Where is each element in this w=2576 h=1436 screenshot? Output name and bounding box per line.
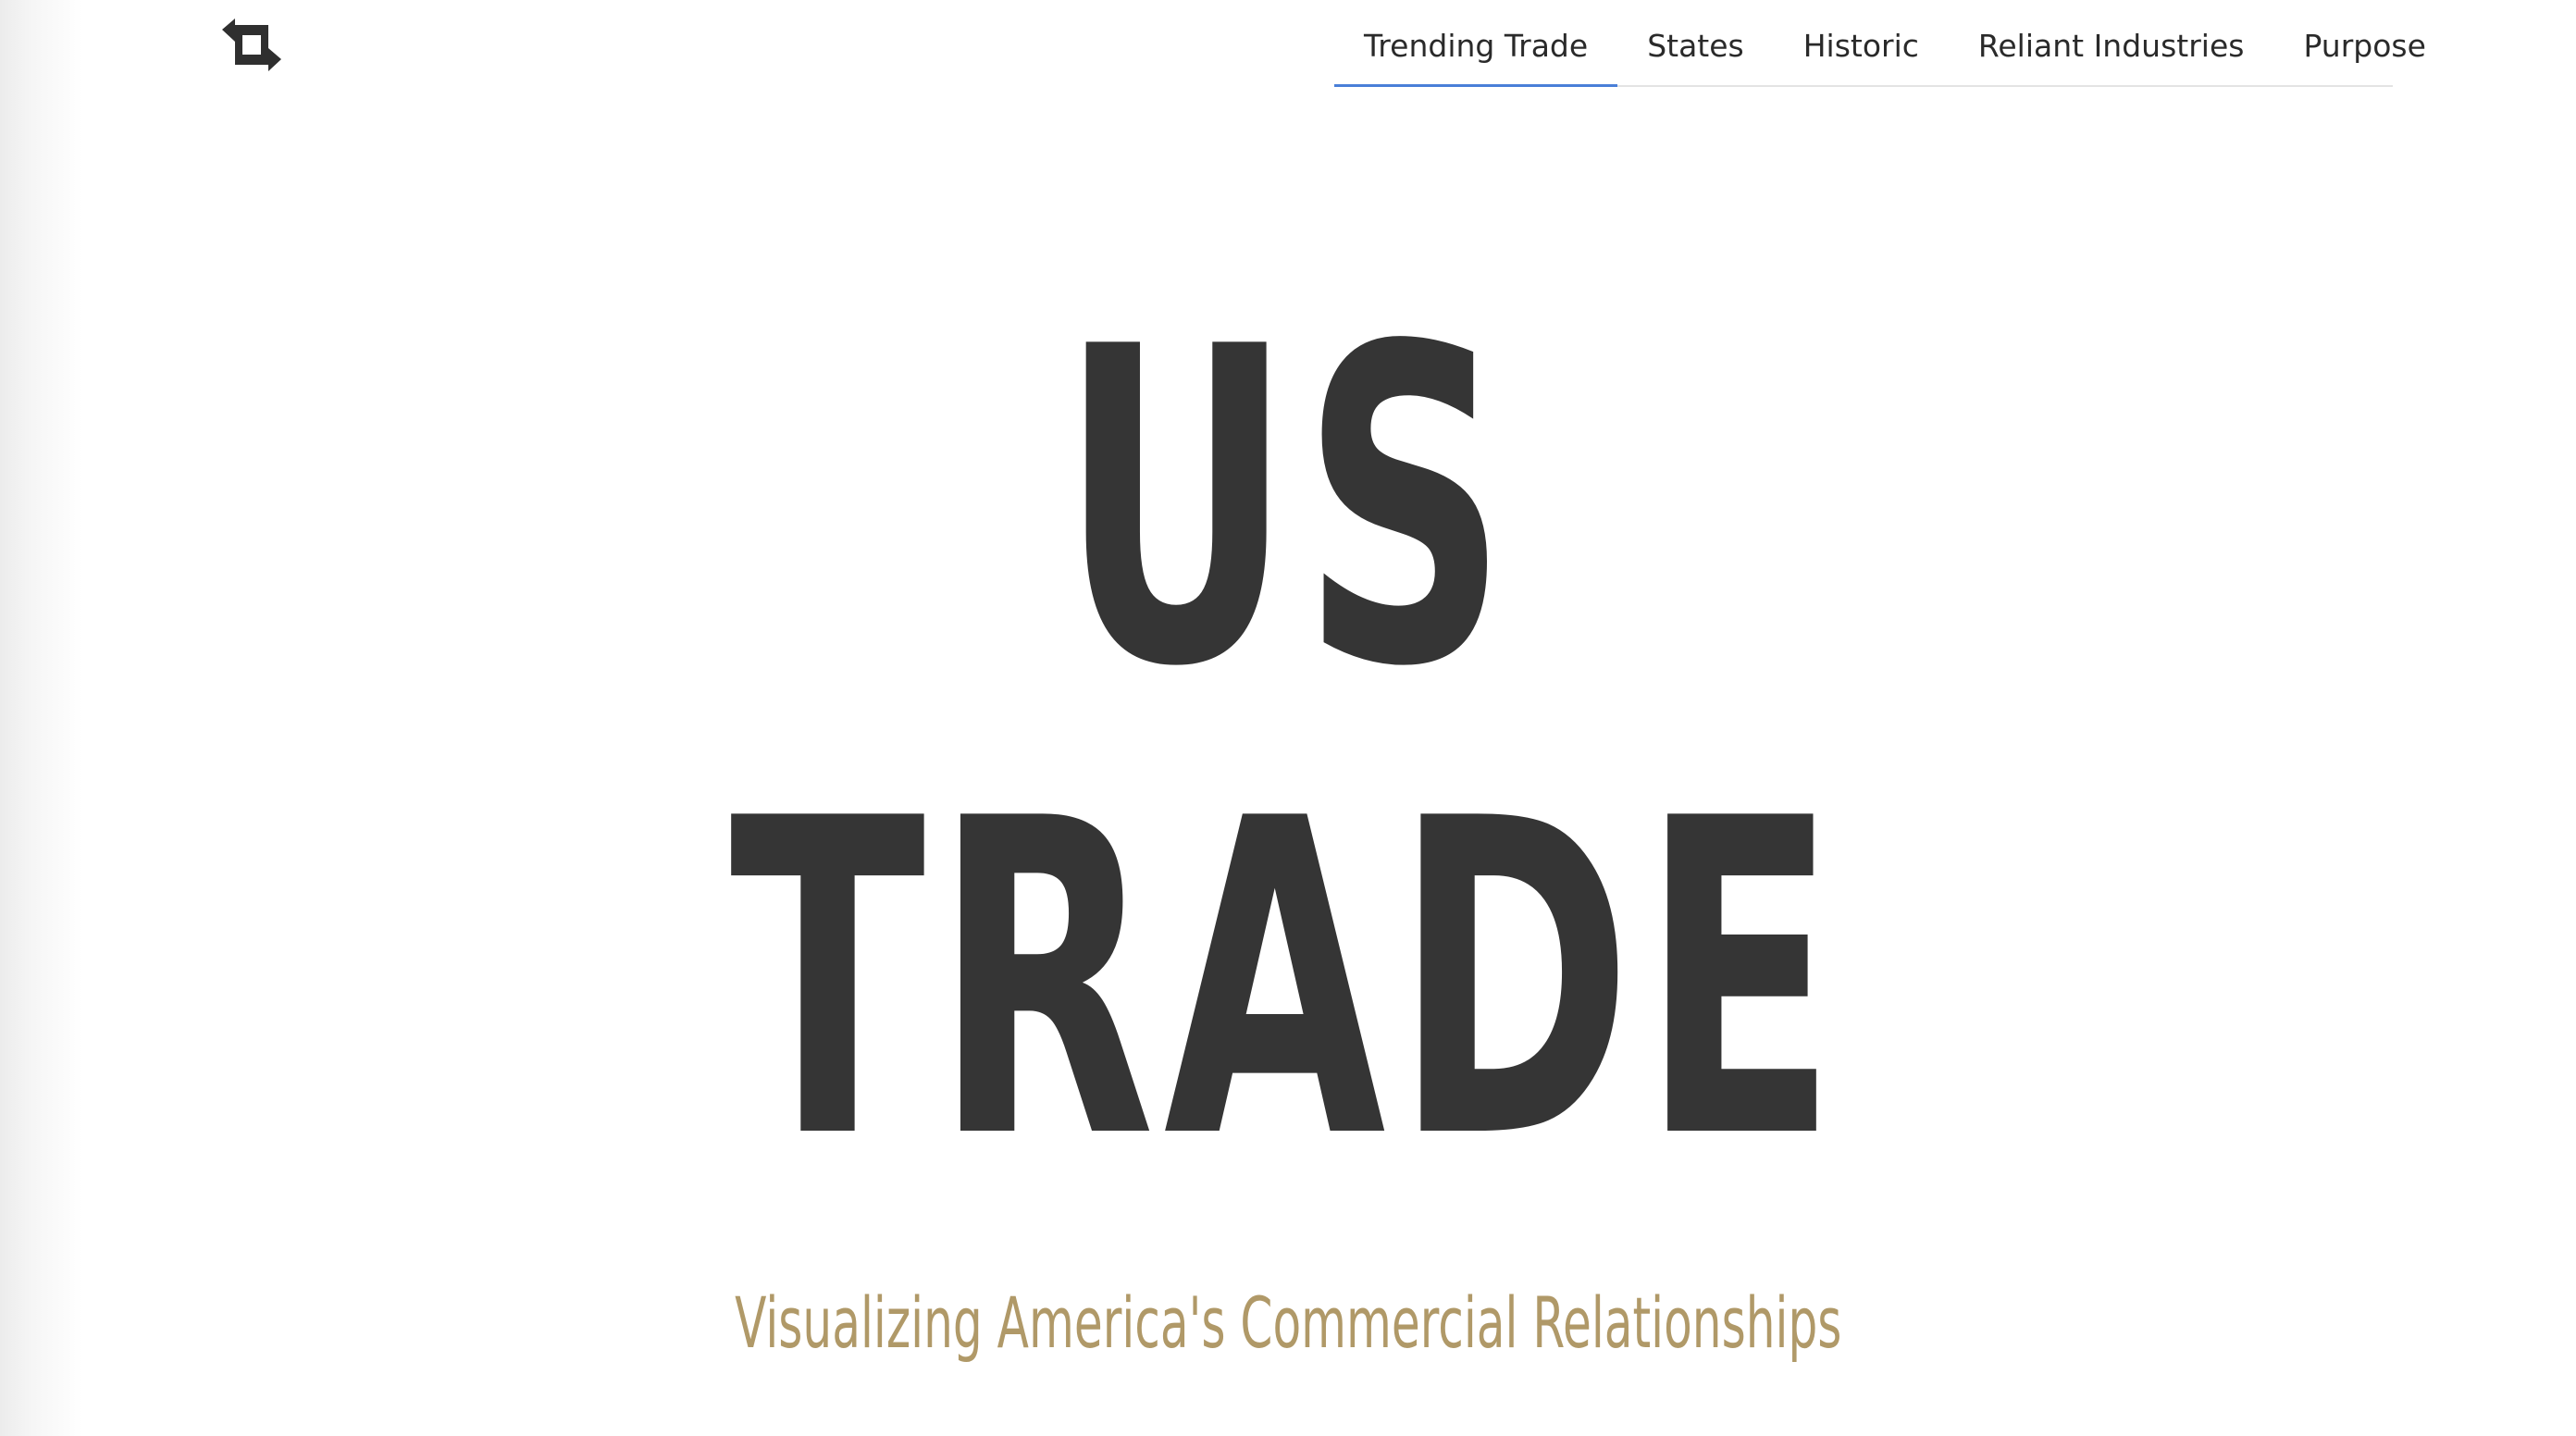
nav-tab-historic[interactable]: Historic [1774, 0, 1949, 85]
hero-title-us: US [1059, 255, 1517, 761]
nav-tab-states[interactable]: States [1617, 0, 1774, 85]
nav-tab-purpose[interactable]: Purpose [2273, 0, 2455, 85]
nav-tab-trending-trade[interactable]: Trending Trade [1334, 0, 1618, 87]
hero-title-line-2: TRADE [0, 727, 2576, 1233]
nav-tab-reliant-industries[interactable]: Reliant Industries [1949, 0, 2274, 85]
hero-title-line-1: US [0, 255, 2576, 761]
swap-arrows-icon[interactable] [220, 17, 283, 74]
hero-subtitle: Visualizing America's Commercial Relatio… [0, 1277, 2576, 1369]
top-nav: Trending Trade States Historic Reliant I… [1334, 0, 2426, 87]
hero-subtitle-text: Visualizing America's Commercial Relatio… [734, 1281, 1842, 1364]
hero-title-trade: TRADE [729, 727, 1847, 1233]
